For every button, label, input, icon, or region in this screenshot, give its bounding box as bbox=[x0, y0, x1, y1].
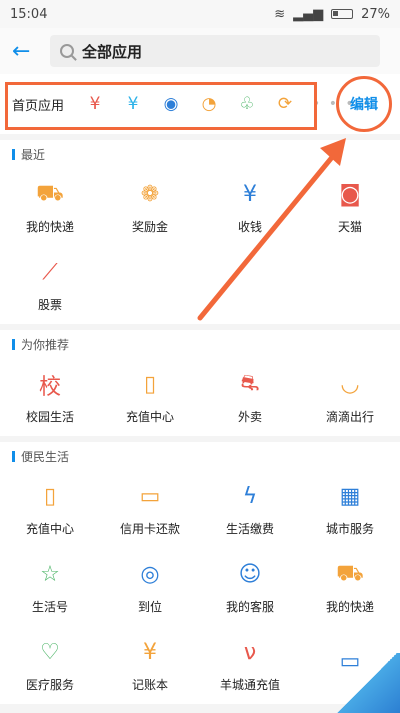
utility-drop-icon: ϟ bbox=[242, 484, 258, 509]
app-label: 生活缴费 bbox=[225, 521, 274, 536]
app-label: 医疗服务 bbox=[25, 677, 74, 692]
app-tile[interactable]: ◎ 到位 bbox=[100, 548, 200, 626]
truck-icon: ⛟ bbox=[336, 560, 364, 586]
scooter-icon: ⛐ bbox=[240, 370, 260, 396]
phone-recharge-icon: ▯ bbox=[143, 372, 157, 397]
app-tile[interactable]: ▯ 充值中心 bbox=[0, 470, 100, 548]
app-tile[interactable]: ▦ 城市服务 bbox=[300, 470, 400, 548]
app-label: 天猫 bbox=[337, 219, 362, 234]
app-tile[interactable]: ▯ 充值中心 bbox=[100, 358, 200, 436]
search-icon bbox=[60, 44, 74, 58]
app-tile[interactable]: ☆ 生活号 bbox=[0, 548, 100, 626]
home-apps-bar: 首页应用 ¥ ¥ ◉ ◔ ♧ ⟳ • • • • 编辑 bbox=[0, 74, 400, 134]
medical-heart-icon: ♡ bbox=[40, 640, 60, 665]
campus-icon: 校 bbox=[38, 374, 61, 400]
status-time: 15:04 bbox=[10, 6, 48, 22]
app-sections: 最近 ⛟ 我的快递 ❁ 奖励金 ¥ 收钱 ◙ 天猫 ⟋ 股票 为你推荐校校园生活 ▯ 充值中心 ⛐ 外卖 ◡ 滴滴… bbox=[0, 140, 400, 704]
app-tile[interactable]: ¥ 记账本 bbox=[100, 626, 200, 704]
truck-icon: ⛟ bbox=[36, 180, 64, 206]
credit-card-icon: ▭ bbox=[139, 484, 161, 509]
edit-button[interactable]: 编辑 bbox=[350, 94, 378, 114]
app-tile[interactable]: ◡ 滴滴出行 bbox=[300, 358, 400, 436]
app-label: 城市服务 bbox=[325, 521, 374, 536]
app-label: 外卖 bbox=[237, 409, 262, 424]
highlight-circle: 编辑 bbox=[336, 76, 392, 132]
award-icon: ❁ bbox=[140, 182, 160, 207]
app-tile[interactable]: ⟋ 股票 bbox=[0, 246, 100, 324]
app-tile[interactable]: ν 羊城通充值 bbox=[200, 626, 300, 704]
decorative-corner bbox=[320, 653, 400, 713]
app-label: 奖励金 bbox=[131, 219, 168, 234]
life-account-icon: ☆ bbox=[40, 562, 60, 587]
search-text: 全部应用 bbox=[82, 42, 143, 61]
signal-icon: ▂▄▆ bbox=[293, 6, 324, 22]
app-label: 我的快递 bbox=[25, 219, 74, 234]
app-tile[interactable]: 校校园生活 bbox=[0, 358, 100, 436]
app-label: 信用卡还款 bbox=[119, 521, 180, 536]
location-icon: ◎ bbox=[140, 562, 160, 587]
app-label: 羊城通充值 bbox=[219, 677, 280, 692]
didi-icon: ◡ bbox=[340, 372, 360, 397]
receive-money-icon: ¥ bbox=[243, 182, 257, 207]
app-grid: ⛟ 我的快递 ❁ 奖励金 ¥ 收钱 ◙ 天猫 ⟋ 股票 bbox=[0, 168, 400, 324]
status-bar: 15:04 ≋ ▂▄▆ 27% bbox=[0, 0, 400, 28]
app-tile[interactable]: ϟ 生活缴费 bbox=[200, 470, 300, 548]
building-icon: ▦ bbox=[339, 484, 361, 509]
app-label: 股票 bbox=[37, 297, 62, 312]
section-0: 最近 ⛟ 我的快递 ❁ 奖励金 ¥ 收钱 ◙ 天猫 ⟋ 股票 bbox=[0, 140, 400, 324]
app-label: 到位 bbox=[137, 599, 162, 614]
phone-recharge-icon: ▯ bbox=[43, 484, 57, 509]
section-title: 便民生活 bbox=[0, 442, 400, 470]
app-tile[interactable]: ▭ 信用卡还款 bbox=[100, 470, 200, 548]
section-title: 为你推荐 bbox=[0, 330, 400, 358]
section-title: 最近 bbox=[0, 140, 400, 168]
battery-icon bbox=[331, 9, 354, 19]
app-label: 生活号 bbox=[31, 599, 68, 614]
app-label: 充值中心 bbox=[25, 521, 74, 536]
stock-chart-icon: ⟋ bbox=[42, 260, 58, 285]
battery-level: 27% bbox=[361, 6, 390, 22]
header: ← 全部应用 bbox=[0, 28, 400, 74]
app-label: 校园生活 bbox=[25, 409, 74, 424]
app-tile[interactable]: ⛟ 我的快递 bbox=[300, 548, 400, 626]
back-arrow-icon[interactable]: ← bbox=[12, 39, 36, 64]
app-label: 充值中心 bbox=[125, 409, 174, 424]
tmall-icon: ◙ bbox=[339, 182, 361, 207]
app-tile[interactable]: ⛐ 外卖 bbox=[200, 358, 300, 436]
headset-icon: ☺ bbox=[238, 562, 262, 587]
ledger-icon: ¥ bbox=[143, 640, 157, 665]
highlight-box bbox=[5, 82, 317, 130]
search-input[interactable]: 全部应用 bbox=[50, 35, 380, 67]
app-label: 我的客服 bbox=[225, 599, 274, 614]
app-label: 记账本 bbox=[131, 677, 168, 692]
app-tile[interactable]: ❁ 奖励金 bbox=[100, 168, 200, 246]
app-label: 收钱 bbox=[237, 219, 262, 234]
app-label: 我的快递 bbox=[325, 599, 374, 614]
app-tile[interactable]: ◙ 天猫 bbox=[300, 168, 400, 246]
app-tile[interactable]: ♡ 医疗服务 bbox=[0, 626, 100, 704]
app-tile[interactable]: ⛟ 我的快递 bbox=[0, 168, 100, 246]
app-label: 滴滴出行 bbox=[325, 409, 374, 424]
app-grid: 校校园生活 ▯ 充值中心 ⛐ 外卖 ◡ 滴滴出行 bbox=[0, 358, 400, 436]
section-1: 为你推荐校校园生活 ▯ 充值中心 ⛐ 外卖 ◡ 滴滴出行 bbox=[0, 330, 400, 436]
app-tile[interactable]: ¥ 收钱 bbox=[200, 168, 300, 246]
wifi-icon: ≋ bbox=[274, 6, 286, 22]
app-tile[interactable]: ☺ 我的客服 bbox=[200, 548, 300, 626]
transit-card-icon: ν bbox=[243, 640, 257, 665]
